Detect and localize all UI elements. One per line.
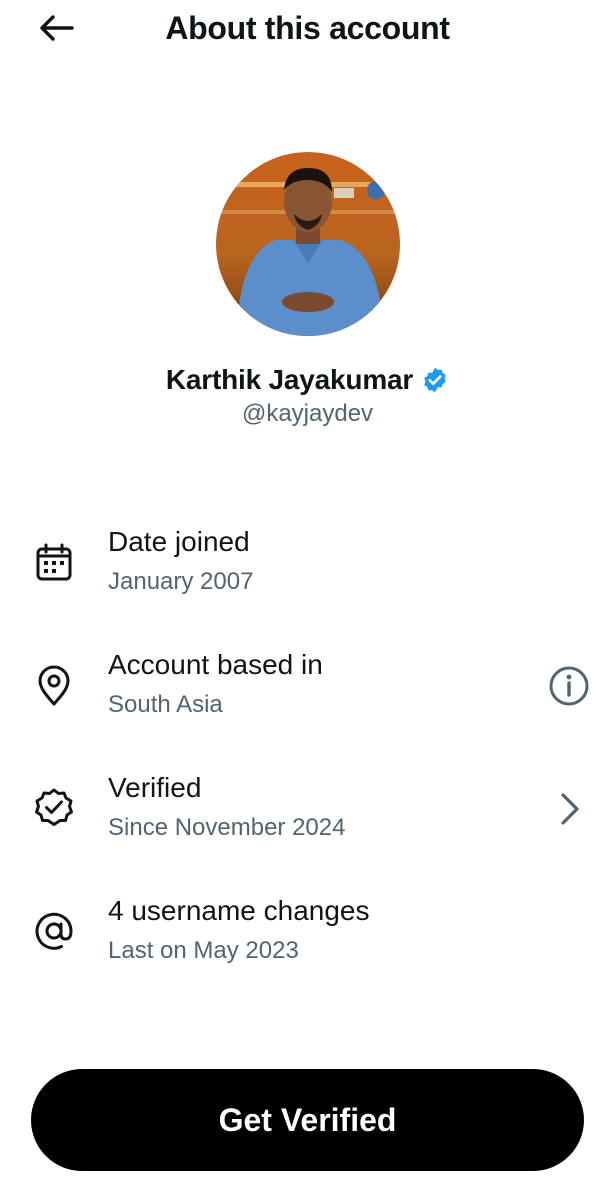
profile-name-row: Karthik Jayakumar	[0, 364, 615, 396]
info-row-date-joined: Date joined January 2007	[0, 520, 615, 616]
row-subtitle: South Asia	[108, 691, 223, 718]
get-verified-button[interactable]: Get Verified	[31, 1069, 584, 1171]
verified-badge-outline-icon	[35, 788, 73, 826]
calendar-icon	[36, 543, 72, 581]
verified-badge-icon	[424, 367, 446, 393]
at-sign-icon	[35, 912, 73, 950]
row-title: Verified	[108, 772, 202, 803]
info-icon[interactable]	[547, 664, 591, 708]
info-row-verified[interactable]: Verified Since November 2024	[0, 766, 615, 862]
info-row-username-changes: 4 username changes Last on May 2023	[0, 889, 615, 985]
row-title: Account based in	[108, 649, 323, 680]
location-pin-icon	[38, 665, 70, 706]
display-name: Karthik Jayakumar	[165, 364, 414, 395]
info-row-account-location: Account based in South Asia	[0, 643, 615, 739]
row-subtitle: January 2007	[108, 568, 254, 595]
row-subtitle: Since November 2024	[108, 814, 346, 841]
row-title: Date joined	[108, 526, 250, 557]
profile-handle: @kayjaydev	[241, 400, 374, 427]
row-title: 4 username changes	[108, 895, 370, 926]
avatar	[216, 152, 400, 336]
about-account-page: About this account Karthik Jayakumar @ka…	[0, 0, 615, 1199]
page-title: About this account	[165, 10, 450, 46]
row-subtitle: Last on May 2023	[108, 937, 299, 964]
chevron-right-icon[interactable]	[547, 787, 591, 831]
